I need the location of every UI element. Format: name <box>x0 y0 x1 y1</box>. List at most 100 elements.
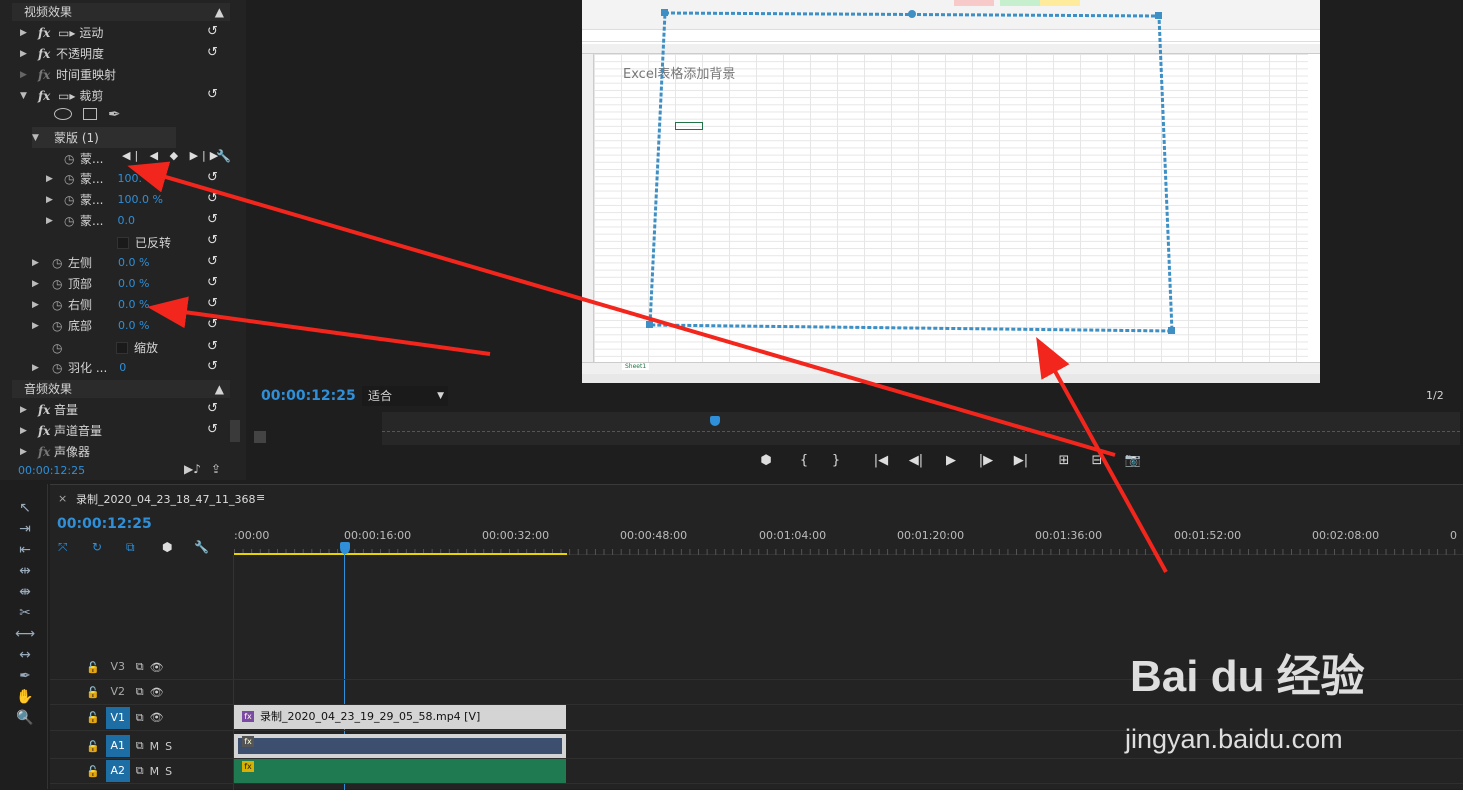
mask-opacity-row[interactable]: ▶ ◷ 蒙... 100.0 % <box>46 189 163 210</box>
effect-row-opacity[interactable]: ▶ fx 不透明度 <box>20 43 104 64</box>
reset-icon[interactable]: ↺ <box>207 423 221 436</box>
sync-lock-icon[interactable]: ⧉ <box>136 711 144 725</box>
stopwatch-icon[interactable]: ◷ <box>52 319 68 333</box>
play-audio-icon[interactable]: ▶♪ <box>184 462 201 476</box>
stopwatch-icon[interactable]: ◷ <box>64 214 80 228</box>
effect-row-time-remap[interactable]: ▶ fx 时间重映射 <box>20 64 116 85</box>
nest-icon[interactable]: ⧉ <box>126 540 135 555</box>
playhead[interactable] <box>710 416 720 426</box>
audio-clip-a1[interactable]: fx <box>234 734 566 758</box>
lock-icon[interactable]: 🔓 <box>86 740 100 753</box>
collapse-icon[interactable]: ▲ <box>215 3 224 21</box>
mask-expansion-row[interactable]: ▶ ◷ 蒙... 0.0 <box>46 210 135 231</box>
sync-lock-icon[interactable]: ⧉ <box>136 660 144 674</box>
expand-icon[interactable]: ▶ <box>46 216 56 226</box>
expand-icon[interactable]: ▶ <box>32 258 42 268</box>
stopwatch-icon[interactable]: ◷ <box>64 152 80 166</box>
audio-effects-header[interactable]: 音频效果 ▲ <box>12 380 230 398</box>
stopwatch-icon[interactable]: ◷ <box>52 277 68 291</box>
reset-icon[interactable]: ↺ <box>207 276 221 289</box>
expand-icon[interactable]: ▶ <box>32 321 42 331</box>
lift-icon[interactable]: ⊞ <box>1053 452 1075 470</box>
expand-icon[interactable]: ▶ <box>20 70 30 80</box>
add-marker-icon[interactable]: ⬢ <box>162 540 172 554</box>
wrench-icon[interactable]: 🔧 <box>194 540 209 554</box>
expand-icon[interactable]: ▶ <box>32 363 42 373</box>
time-ruler[interactable]: :00:00 00:00:16:00 00:00:32:00 00:00:48:… <box>234 525 1463 555</box>
solo-button[interactable]: S <box>165 740 172 753</box>
video-clip[interactable]: fx 录制_2020_04_23_19_29_05_58.mp4 [V] <box>234 705 566 729</box>
stopwatch-icon[interactable]: ◷ <box>52 341 68 355</box>
stopwatch-icon[interactable]: ◷ <box>52 298 68 312</box>
reset-icon[interactable]: ↺ <box>207 360 221 373</box>
collapse-icon[interactable]: ▼ <box>20 91 30 101</box>
audio-clip-a2[interactable]: fx <box>234 759 566 783</box>
pen-icon[interactable]: ✒ <box>14 666 36 686</box>
effect-row-panner[interactable]: ▶ fx 声像器 <box>20 441 90 462</box>
reset-icon[interactable]: ↺ <box>207 255 221 268</box>
play-icon[interactable]: ▶ <box>940 452 962 470</box>
pen-mask-icon[interactable]: ✒ <box>108 105 121 123</box>
inverted-checkbox[interactable] <box>117 236 129 249</box>
razor-icon[interactable]: ✂ <box>14 603 36 623</box>
effect-row-motion[interactable]: ▶ fx ▭▸ 运动 <box>20 22 103 43</box>
reset-icon[interactable]: ↺ <box>207 25 221 38</box>
crop-left-row[interactable]: ▶ ◷ 左侧 0.0 % <box>32 252 149 273</box>
collapse-icon[interactable]: ▼ <box>32 133 42 143</box>
reset-icon[interactable]: ↺ <box>207 192 221 205</box>
export-frame-icon[interactable]: 📷 <box>1122 452 1144 470</box>
mark-out-icon[interactable]: } <box>825 452 847 470</box>
stopwatch-icon[interactable]: ◷ <box>52 256 68 270</box>
reset-icon[interactable]: ↺ <box>207 213 221 226</box>
mute-button[interactable]: M <box>150 740 160 753</box>
reset-icon[interactable]: ↺ <box>207 234 221 247</box>
rate-stretch-icon[interactable]: ⇼ <box>14 582 36 602</box>
effect-timecode[interactable]: 00:00:12:25 <box>18 464 85 477</box>
slide-icon[interactable]: ↔ <box>14 645 36 665</box>
sync-lock-icon[interactable]: ⧉ <box>136 739 144 753</box>
playhead[interactable] <box>340 542 350 554</box>
zoom-checkbox[interactable] <box>116 341 128 354</box>
crop-right-row[interactable]: ▶ ◷ 右侧 0.0 % <box>32 294 149 315</box>
add-marker-icon[interactable]: ⬢ <box>755 452 777 470</box>
menu-icon[interactable]: ≡ <box>256 491 265 504</box>
sync-lock-icon[interactable]: ⧉ <box>136 764 144 778</box>
go-to-in-icon[interactable]: |◀ <box>870 452 892 470</box>
solo-button[interactable]: S <box>165 765 172 778</box>
inverted-row[interactable]: 已反转 <box>117 232 171 253</box>
expand-icon[interactable]: ▶ <box>20 28 30 38</box>
export-icon[interactable]: ⇪ <box>211 462 221 476</box>
slip-icon[interactable]: ⟷ <box>14 624 36 644</box>
effect-row-channel-volume[interactable]: ▶ fx 声道音量 <box>20 420 102 441</box>
mute-button[interactable]: M <box>150 765 160 778</box>
expand-icon[interactable]: ▶ <box>46 195 56 205</box>
stopwatch-icon[interactable]: ◷ <box>64 193 80 207</box>
zoom-row[interactable]: ◷ 缩放 <box>52 337 158 358</box>
step-forward-icon[interactable]: |▶ <box>975 452 997 470</box>
snap-icon[interactable]: ⤧ <box>58 540 68 555</box>
zoom-icon[interactable]: 🔍 <box>14 708 36 728</box>
fit-dropdown[interactable]: 适合 ▼ <box>362 386 448 406</box>
mark-in-icon[interactable]: { <box>793 452 815 470</box>
eye-icon[interactable]: 👁 <box>150 661 164 674</box>
stopwatch-icon[interactable]: ◷ <box>64 172 80 186</box>
expand-icon[interactable]: ▶ <box>46 174 56 184</box>
crop-top-row[interactable]: ▶ ◷ 顶部 0.0 % <box>32 273 149 294</box>
eye-icon[interactable]: 👁 <box>150 686 164 699</box>
mask-feather-row[interactable]: ▶ ◷ 蒙... 100. <box>46 168 142 189</box>
lock-icon[interactable]: 🔓 <box>86 686 100 699</box>
reset-icon[interactable]: ↺ <box>207 340 221 353</box>
reset-icon[interactable]: ↺ <box>207 88 221 101</box>
lock-icon[interactable]: 🔓 <box>86 711 100 724</box>
crop-bottom-row[interactable]: ▶ ◷ 底部 0.0 % <box>32 315 149 336</box>
sync-lock-icon[interactable]: ⧉ <box>136 685 144 699</box>
rolling-edit-icon[interactable]: ⇹ <box>14 561 36 581</box>
feather-row[interactable]: ▶ ◷ 羽化 ... 0 <box>32 357 126 378</box>
hand-icon[interactable]: ✋ <box>14 687 36 707</box>
ripple-edit-icon[interactable]: ⇤ <box>14 540 36 560</box>
effect-row-volume[interactable]: ▶ fx 音量 <box>20 399 78 420</box>
sequence-tab[interactable]: 录制_2020_04_23_18_47_11_368 <box>76 491 255 507</box>
mask-path-row[interactable]: ◷ 蒙... <box>64 148 103 169</box>
resolution-label[interactable]: 1/2 <box>1426 389 1444 402</box>
expand-icon[interactable]: ▶ <box>20 405 30 415</box>
